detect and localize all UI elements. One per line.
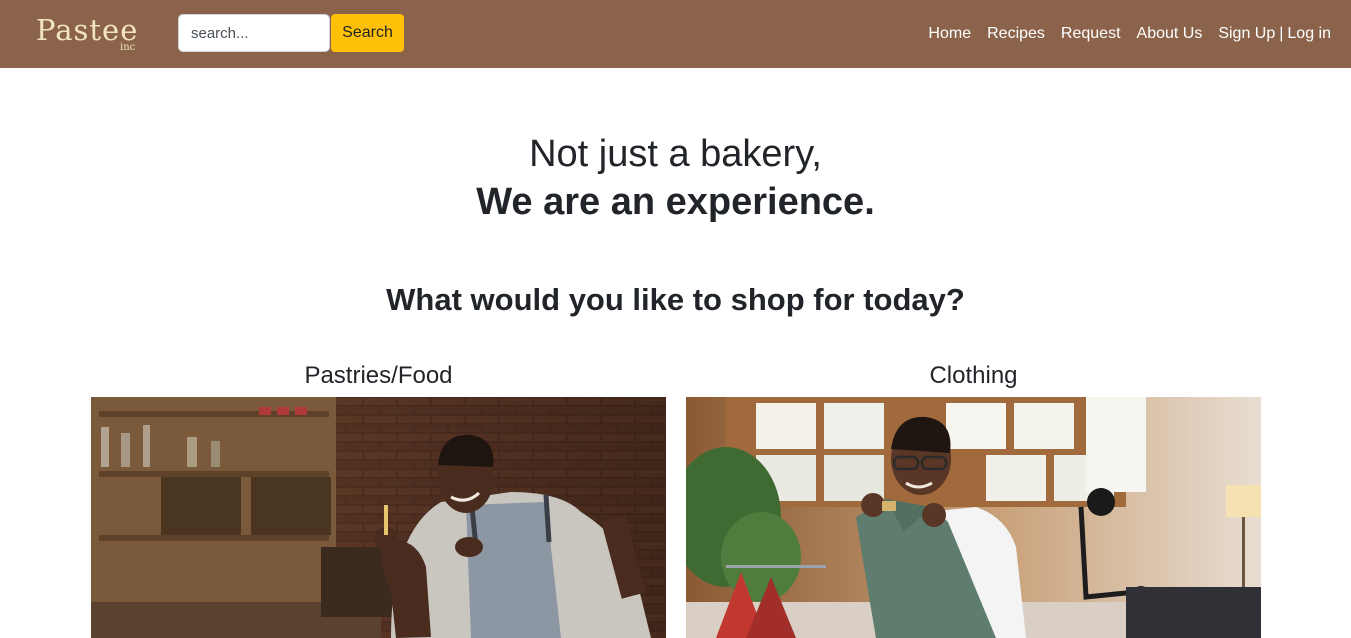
brand-subtitle: inc <box>120 42 136 53</box>
category-image-pastries[interactable] <box>91 397 666 638</box>
clothing-photo <box>686 397 1261 638</box>
shop-prompt-heading: What would you like to shop for today? <box>386 282 965 317</box>
nav-link-login[interactable]: Log in <box>1287 25 1331 43</box>
nav-link-signup[interactable]: Sign Up <box>1218 25 1275 43</box>
hero-tagline: Not just a bakery, <box>529 133 822 175</box>
search-input[interactable] <box>178 14 330 52</box>
nav-link-home[interactable]: Home <box>928 25 971 43</box>
baker-photo <box>91 397 666 638</box>
brand-logo[interactable]: Pastee inc <box>36 12 146 56</box>
nav-separator: | <box>1279 25 1284 42</box>
search-button[interactable]: Search <box>331 14 404 52</box>
nav-link-about[interactable]: About Us <box>1137 25 1203 43</box>
category-title-clothing: Clothing <box>929 362 1018 389</box>
navbar: Pastee inc Search Home Recipes Request A… <box>0 0 1351 68</box>
nav-links: Home Recipes Request About Us Sign Up | … <box>928 0 1331 68</box>
category-title-pastries: Pastries/Food <box>304 362 453 389</box>
hero-headline: We are an experience. <box>476 181 875 223</box>
nav-link-recipes[interactable]: Recipes <box>987 25 1045 43</box>
category-image-clothing[interactable] <box>686 397 1261 638</box>
nav-link-request[interactable]: Request <box>1061 25 1121 43</box>
